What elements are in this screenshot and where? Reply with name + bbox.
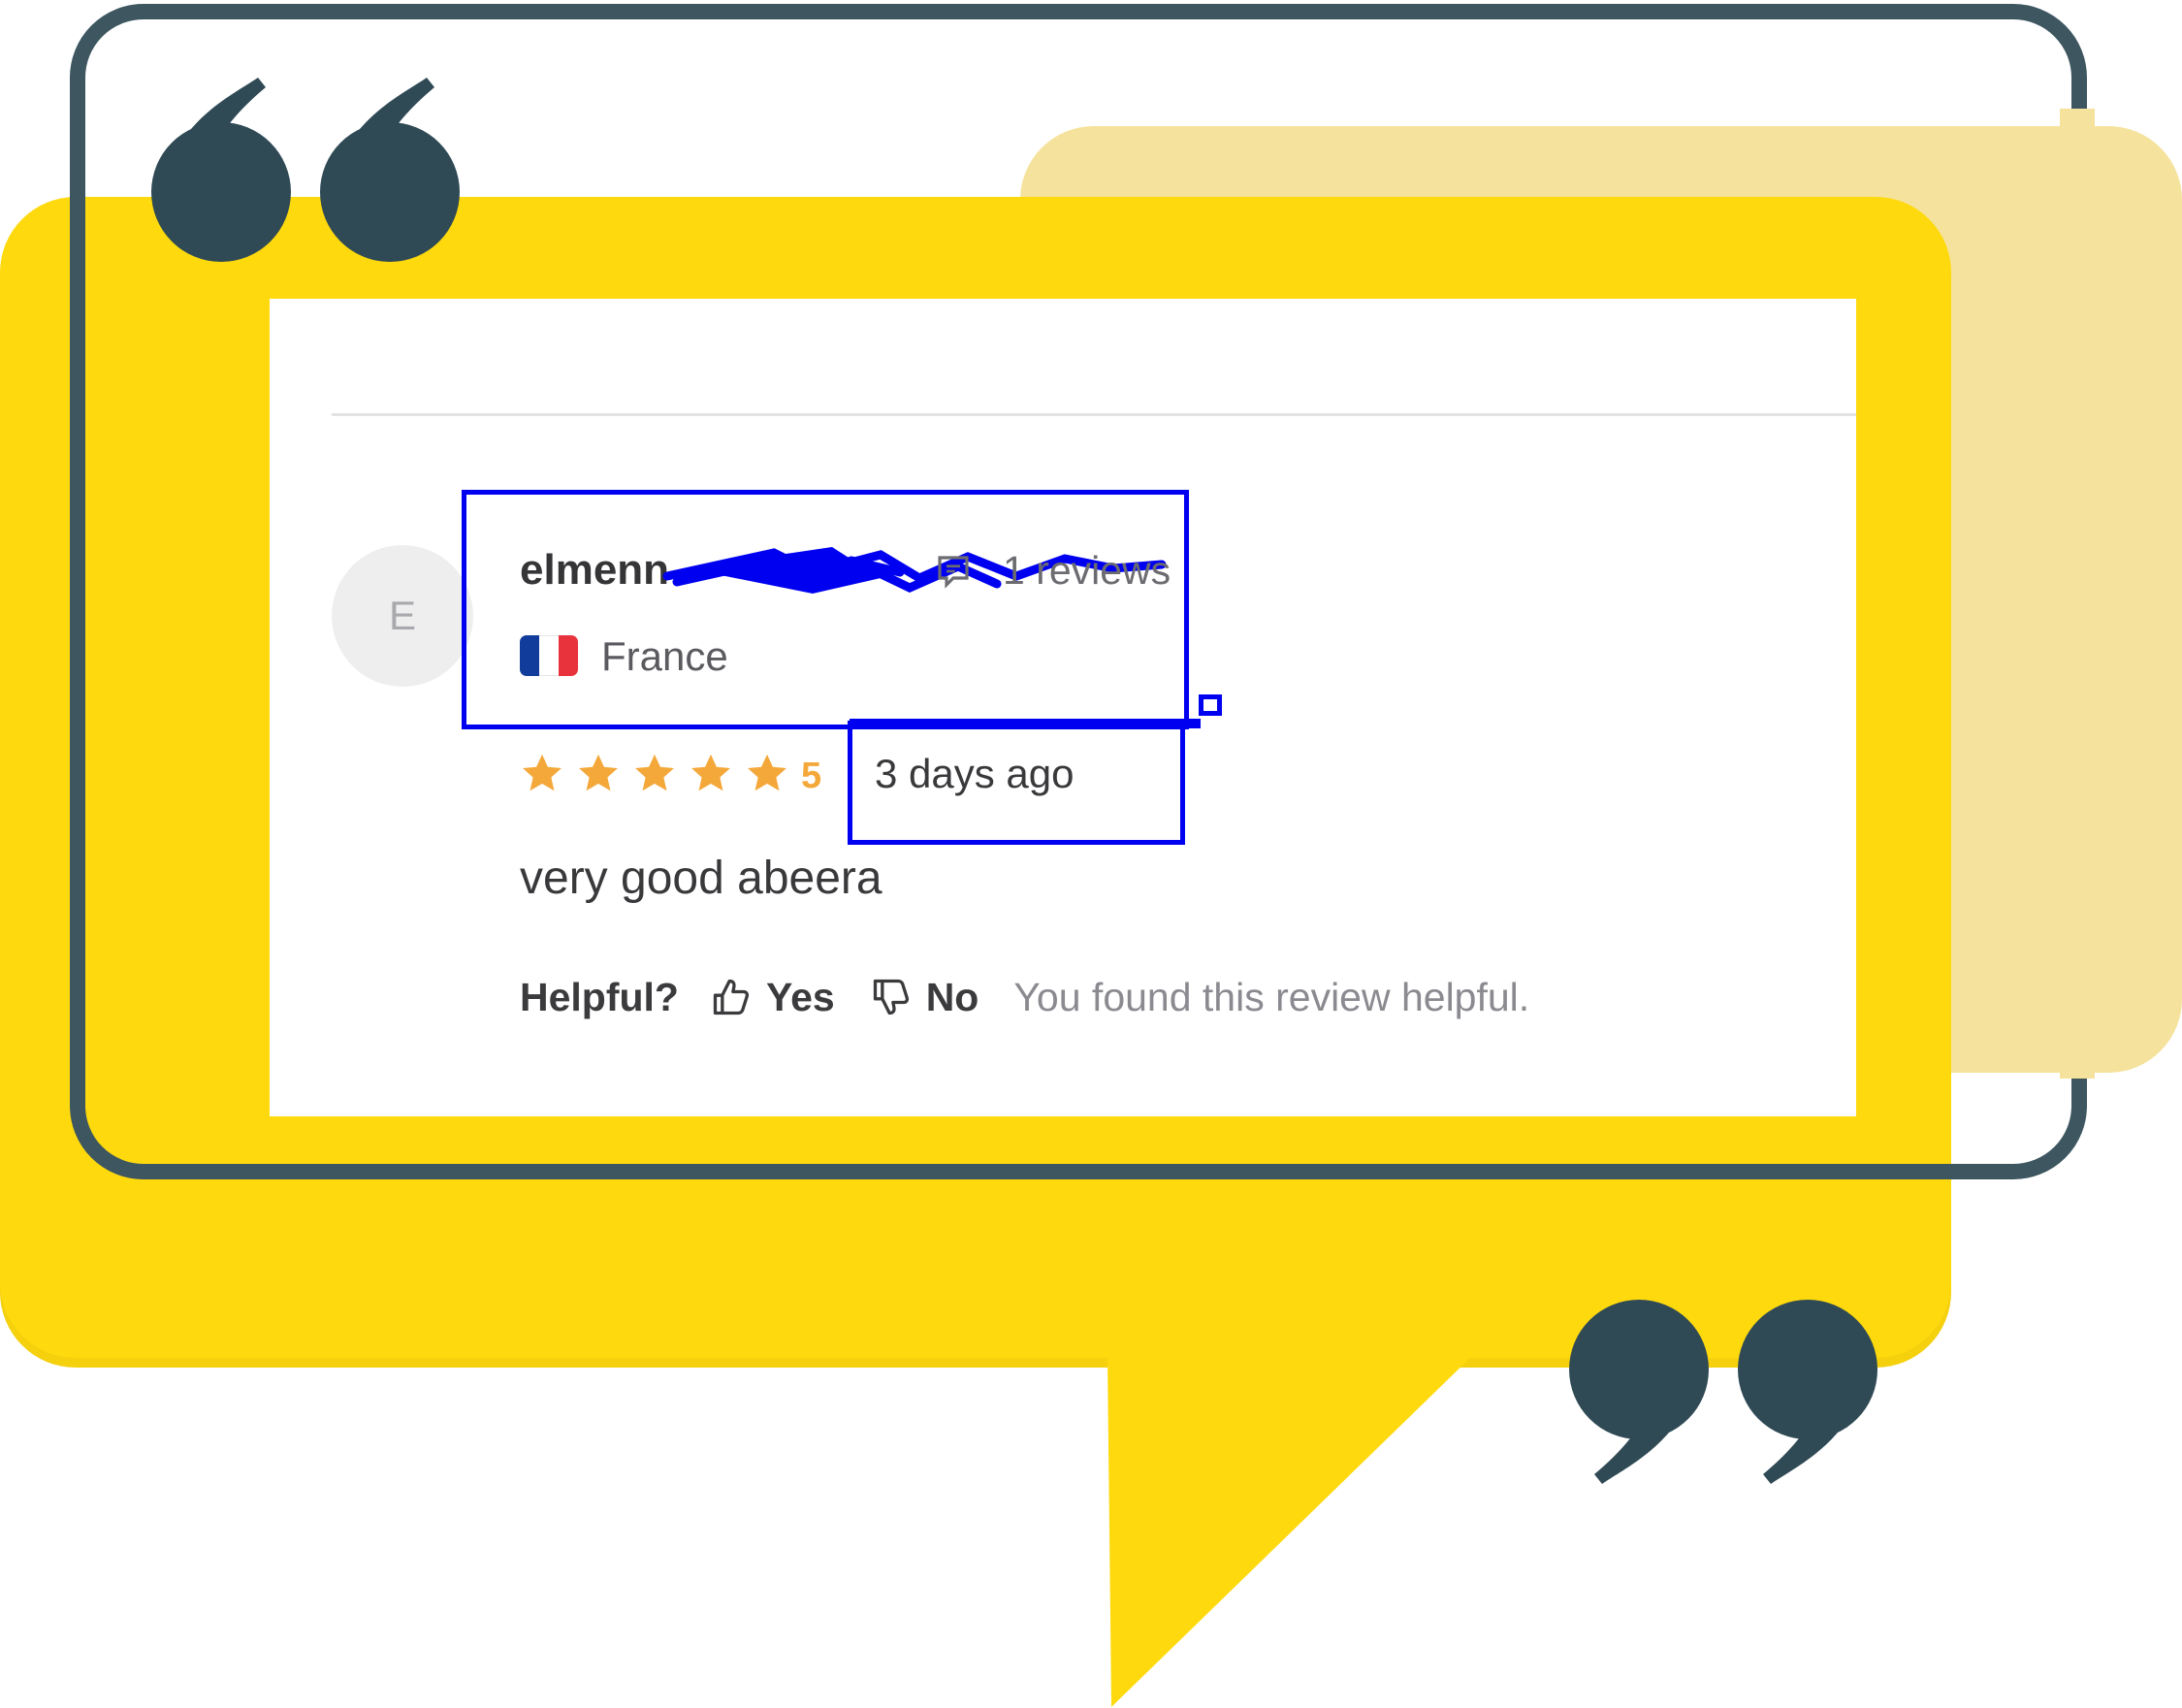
helpful-no-label: No [925, 974, 979, 1019]
star-icon [635, 754, 674, 791]
rating-value: 5 [801, 756, 822, 796]
avatar-initial: E [388, 593, 416, 638]
review-date: 3 days ago [875, 751, 1075, 796]
helpful-label: Helpful? [520, 974, 679, 1019]
helpful-yes-label: Yes [765, 974, 835, 1019]
annotation-handle [1199, 694, 1222, 716]
thumbs-up-icon [713, 979, 750, 1015]
annotation-box-reviewer [462, 490, 1189, 729]
avatar: E [332, 545, 473, 687]
thumbs-down-icon [873, 979, 909, 1015]
review-body: very good abeera [520, 853, 882, 904]
helpful-confirmation: You found this review helpful. [1013, 974, 1530, 1019]
testimonial-graphic: E elmenn 1 reviews France 5 3 days ago v… [0, 0, 2182, 1708]
helpful-yes-button[interactable]: Yes [710, 975, 835, 1020]
frame-gap [2060, 109, 2095, 1079]
review-screenshot: E elmenn 1 reviews France 5 3 days ago v… [270, 299, 1856, 1116]
divider [332, 413, 1856, 416]
helpful-no-button[interactable]: No [870, 975, 979, 1020]
star-rating [520, 751, 801, 797]
star-icon [691, 754, 730, 791]
star-icon [523, 754, 562, 791]
star-icon [579, 754, 618, 791]
helpful-row: Helpful? Yes No You found this review he… [520, 971, 1529, 1023]
star-icon [748, 754, 786, 791]
